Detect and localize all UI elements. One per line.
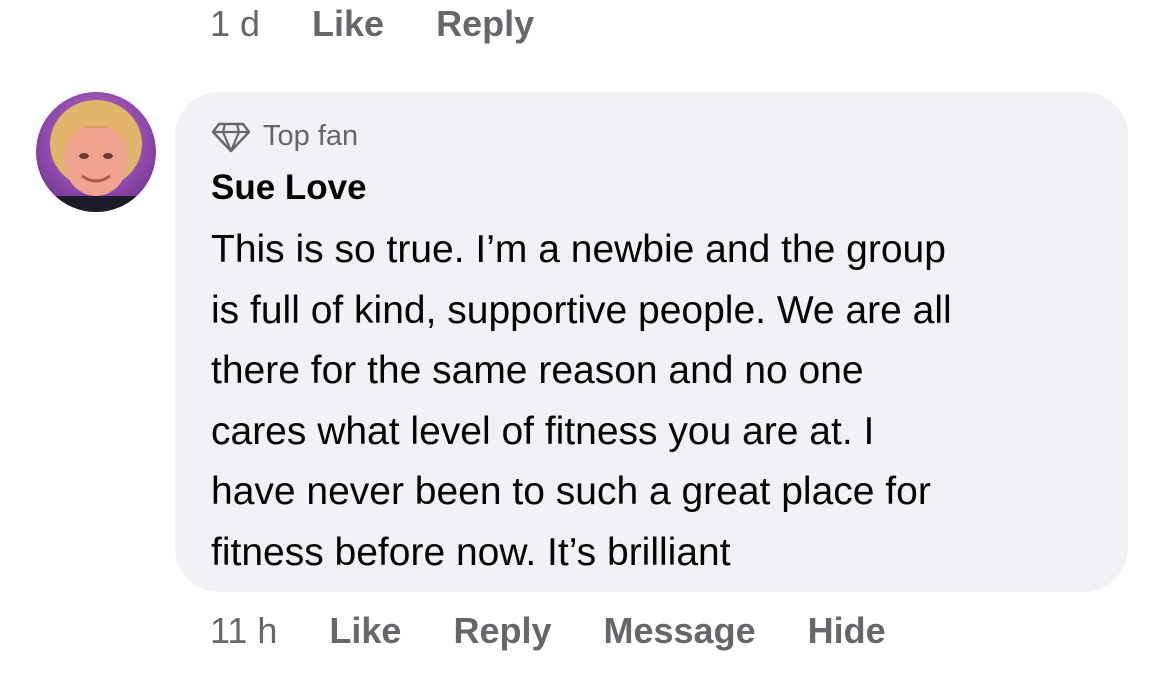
comment-timestamp[interactable]: 11 h [210, 610, 277, 652]
like-button[interactable]: Like [329, 610, 401, 652]
diamond-icon [211, 121, 251, 153]
previous-like-button[interactable]: Like [312, 3, 384, 45]
avatar[interactable] [36, 92, 156, 212]
reply-button[interactable]: Reply [453, 610, 551, 652]
top-fan-badge: Top fan [211, 120, 358, 153]
comment-author[interactable]: Sue Love [211, 168, 367, 208]
comment-text-line: fitness before now. It’s brilliant [211, 530, 731, 574]
hide-button[interactable]: Hide [808, 610, 886, 652]
previous-comment-timestamp[interactable]: 1 d [210, 3, 260, 45]
previous-reply-button[interactable]: Reply [436, 3, 534, 45]
comment-text-line: have never been to such a great place fo… [211, 470, 931, 513]
badge-label: Top fan [263, 120, 359, 152]
profile-photo [36, 92, 156, 212]
message-button[interactable]: Message [604, 610, 756, 652]
comment-bubble: Top fan Sue Love This is so true. I’m a … [175, 92, 1128, 592]
comment-thread: 1 d Like Reply Top fan Sue Love This is … [0, 0, 1170, 697]
comment-text-line: cares what level of fitness you are at. … [211, 409, 875, 453]
comment-actions: 11 h Like Reply Message Hide [210, 608, 938, 654]
comment-text-line: there for the same reason and no one [211, 349, 864, 392]
previous-comment-actions: 1 d Like Reply [210, 2, 586, 46]
comment-text: This is so true. I’m a newbie and the gr… [211, 220, 1111, 583]
comment-text-line: is full of kind, supportive people. We a… [211, 288, 952, 332]
comment-text-line: This is so true. I’m a newbie and the gr… [211, 228, 946, 271]
